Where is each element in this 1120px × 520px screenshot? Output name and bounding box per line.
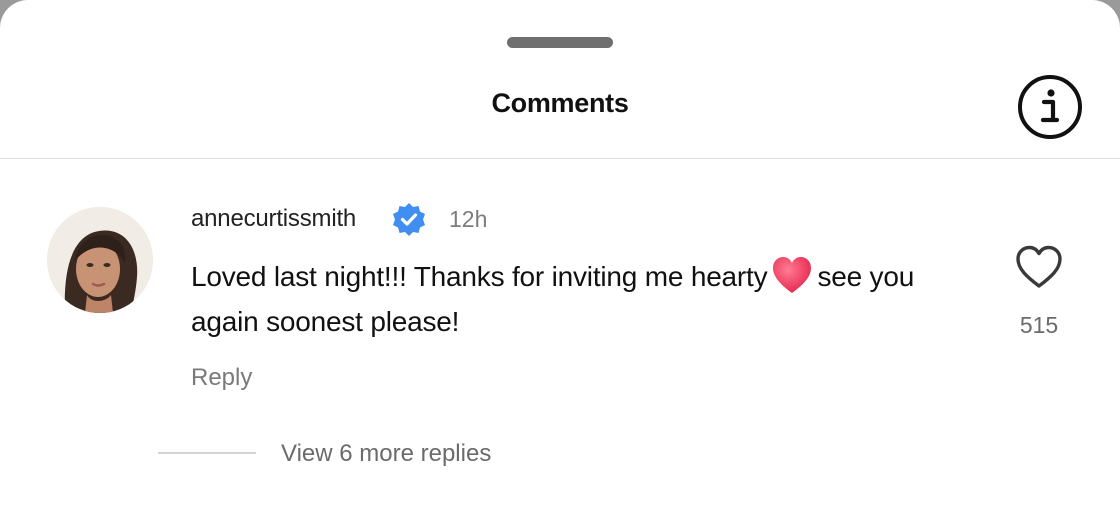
like-button[interactable] [1014,244,1064,290]
comments-sheet: Comments annecurtissmith 12h Loved last [0,0,1120,520]
like-count: 515 [1019,312,1059,338]
red-heart-emoji [771,255,813,295]
comment-text-part-1: Loved last night!!! Thanks for inviting … [191,261,768,292]
replies-divider [158,452,256,454]
comment-text: Loved last night!!! Thanks for inviting … [191,254,981,344]
header-divider [0,158,1120,159]
comment-timestamp: 12h [449,206,488,232]
verified-badge-icon [390,201,428,239]
drag-handle[interactable] [507,37,613,48]
info-button[interactable] [1016,73,1084,141]
heart-outline-icon [1016,245,1062,288]
page-title: Comments [491,88,629,118]
avatar[interactable] [47,207,153,313]
comment-username[interactable]: annecurtissmith [191,205,356,233]
view-more-replies-button[interactable]: View 6 more replies [281,440,491,468]
info-circle-icon [1018,75,1082,139]
profile-photo [47,207,153,313]
reply-button[interactable]: Reply [191,364,252,392]
